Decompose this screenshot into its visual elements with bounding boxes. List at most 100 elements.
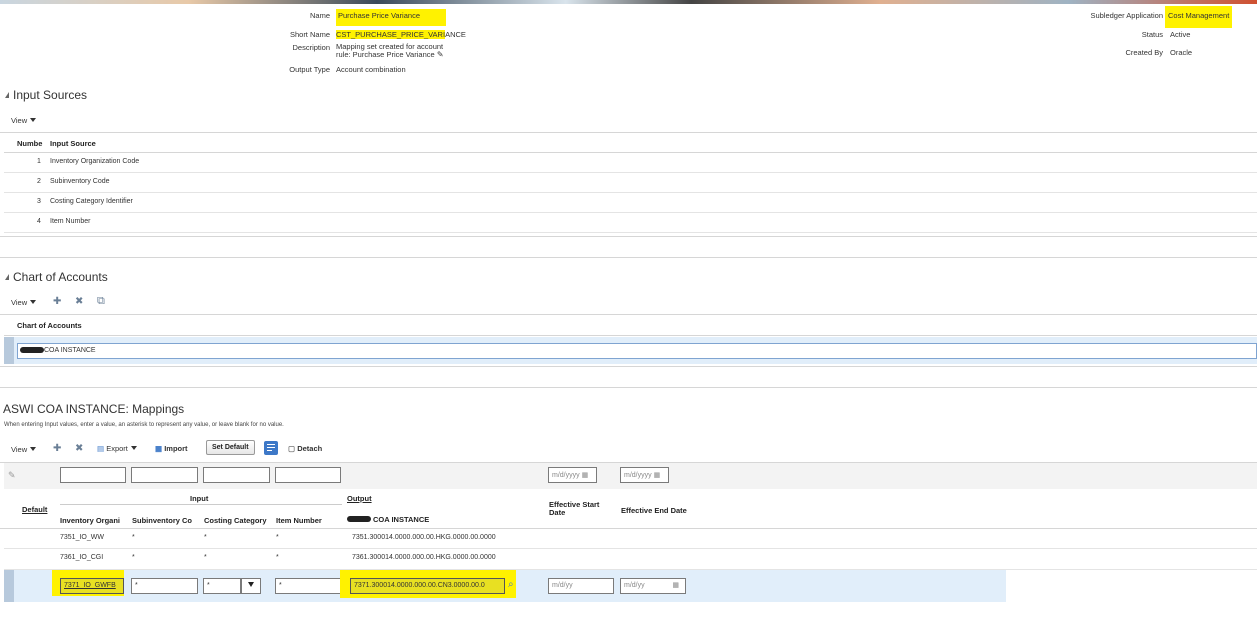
detach-button[interactable]: ▢ Detach xyxy=(288,444,322,453)
status-label: Status xyxy=(1141,30,1163,39)
calendar-icon[interactable]: ▦ xyxy=(654,472,661,479)
date-placeholder: m/d/yy xyxy=(624,582,645,589)
input-sources-header-row: Numbe Input Source xyxy=(4,133,1257,153)
output-type-value: Account combination xyxy=(336,65,406,74)
date-placeholder: m/d/yyyy xyxy=(552,472,580,479)
edit-item-input[interactable]: * xyxy=(275,578,341,594)
row-source: Subinventory Code xyxy=(50,178,110,185)
input-sources-header[interactable]: Input Sources xyxy=(5,88,87,102)
filter-costing-input[interactable] xyxy=(203,467,270,483)
import-button[interactable]: ▦ Import xyxy=(155,444,188,453)
col-subinventory[interactable]: Subinventory Co xyxy=(132,516,192,525)
filter-end-date-input[interactable]: m/d/yyyy ▦ xyxy=(620,467,669,483)
col-coa-instance[interactable]: COA INSTANCE xyxy=(347,515,429,524)
name-label: Name xyxy=(309,11,330,20)
table-row[interactable]: 7351_IO_WW * * * 7351.300014.0000.000.00… xyxy=(4,529,1257,549)
date-placeholder: m/d/yyyy xyxy=(624,472,652,479)
cell-item: * xyxy=(276,554,279,561)
table-row[interactable]: 1 Inventory Organization Code xyxy=(4,153,1257,173)
view-label: View xyxy=(11,116,28,125)
add-icon[interactable]: ✚ xyxy=(53,297,61,307)
group-input: Input xyxy=(190,494,209,503)
calendar-icon[interactable]: ▦ xyxy=(582,472,589,479)
row-number: 1 xyxy=(37,158,41,165)
edit-inv-org-input[interactable]: 7371_IO_GWFB xyxy=(60,578,124,594)
set-default-button[interactable]: Set Default xyxy=(206,440,255,455)
input-sources-view-menu[interactable]: View xyxy=(11,116,37,125)
query-by-example-icon[interactable] xyxy=(264,441,278,455)
calendar-icon[interactable]: ▦ xyxy=(672,581,679,589)
coa-selected-row[interactable]: COA INSTANCE xyxy=(4,337,1257,364)
row-number: 3 xyxy=(37,198,41,205)
edit-pencil-icon[interactable]: ✎ xyxy=(435,50,444,59)
row-source: Costing Category Identifier xyxy=(50,198,133,205)
pencil-icon: ✎ xyxy=(8,470,16,480)
edit-start-date-input[interactable]: m/d/yy xyxy=(548,578,614,594)
short-name-rest: ANCE xyxy=(445,30,466,39)
col-item-number[interactable]: Item Number xyxy=(276,516,322,525)
coa-view-menu[interactable]: View xyxy=(11,298,37,307)
col-costing-category[interactable]: Costing Category xyxy=(204,516,267,525)
mappings-view-menu[interactable]: View xyxy=(11,445,37,454)
import-label: Import xyxy=(164,444,188,453)
col-chart-of-accounts: Chart of Accounts xyxy=(17,321,82,330)
mappings-title: ASWI COA INSTANCE: Mappings xyxy=(3,402,185,416)
table-row[interactable]: 4 Item Number xyxy=(4,213,1257,233)
coa-header-row: Chart of Accounts xyxy=(4,315,1257,336)
col-coa-label: COA INSTANCE xyxy=(373,515,430,524)
delete-icon[interactable]: ✖ xyxy=(75,444,83,454)
coa-row-cell[interactable]: COA INSTANCE xyxy=(17,343,1257,359)
input-sources-title: Input Sources xyxy=(13,88,88,102)
account-search-icon[interactable]: ⌕ xyxy=(508,579,514,590)
row-selector xyxy=(4,570,14,602)
cell-subinv: * xyxy=(132,534,135,541)
filter-inv-org-input[interactable] xyxy=(60,467,126,483)
table-row[interactable]: 7361_IO_CGI * * * 7361.300014.0000.000.0… xyxy=(4,549,1257,570)
page-banner xyxy=(0,0,1257,4)
redacted-mark xyxy=(347,516,371,522)
col-effective-end[interactable]: Effective End Date xyxy=(621,506,687,515)
caret-down-icon xyxy=(248,582,254,587)
caret-down-icon xyxy=(130,446,137,450)
row-number: 4 xyxy=(37,218,41,225)
filter-start-date-input[interactable]: m/d/yyyy ▦ xyxy=(548,467,597,483)
divider xyxy=(0,257,1257,258)
add-icon[interactable]: ✚ xyxy=(53,444,61,454)
collapse-triangle-icon[interactable] xyxy=(5,92,9,98)
name-value-text: Purchase Price Variance xyxy=(336,9,446,26)
cell-inv-org: 7351_IO_WW xyxy=(60,534,104,541)
cell-costing: * xyxy=(204,554,207,561)
col-default[interactable]: Default xyxy=(22,505,47,514)
cell-coa: 7361.300014.0000.000.00.HKG.0000.00.0000 xyxy=(352,554,496,561)
delete-icon[interactable]: ✖ xyxy=(75,297,83,307)
group-divider xyxy=(60,504,342,505)
edit-costing-select[interactable]: * xyxy=(203,578,241,594)
filter-item-input[interactable] xyxy=(275,467,341,483)
group-output: Output xyxy=(347,494,372,503)
detach-label: Detach xyxy=(297,444,323,453)
edit-coa-input[interactable]: 7371.300014.0000.000.00.CN3.0000.00.0 xyxy=(350,578,505,594)
row-source: Inventory Organization Code xyxy=(50,158,140,165)
coa-section-header[interactable]: Chart of Accounts xyxy=(5,270,108,284)
col-number: Numbe xyxy=(17,139,43,148)
cell-subinv: * xyxy=(132,554,135,561)
col-inventory-org[interactable]: Inventory Organi xyxy=(60,516,120,525)
edit-subinv-input[interactable]: * xyxy=(131,578,198,594)
view-label: View xyxy=(11,445,28,454)
name-value: Purchase Price Variance xyxy=(334,9,468,26)
filter-subinv-input[interactable] xyxy=(131,467,198,483)
cell-costing: * xyxy=(204,534,207,541)
export-menu[interactable]: ▤ Export xyxy=(97,444,137,453)
col-effective-start[interactable]: Effective Start Date xyxy=(549,501,599,517)
import-icon: ▦ xyxy=(155,444,163,453)
freeze-icon[interactable]: ⧉ xyxy=(97,296,105,307)
costing-dropdown-button[interactable] xyxy=(241,578,261,594)
description-value: Mapping set created for account rule: Pu… xyxy=(336,43,444,59)
edit-end-date-input[interactable]: m/d/yy ▦ xyxy=(620,578,686,594)
table-row[interactable]: 3 Costing Category Identifier xyxy=(4,193,1257,213)
collapse-triangle-icon[interactable] xyxy=(5,274,9,280)
short-name-value: CST_PURCHASE_PRICE_VARIANCE xyxy=(336,30,466,39)
table-row[interactable]: 2 Subinventory Code xyxy=(4,173,1257,193)
view-label: View xyxy=(11,298,28,307)
detach-icon: ▢ xyxy=(288,444,296,453)
